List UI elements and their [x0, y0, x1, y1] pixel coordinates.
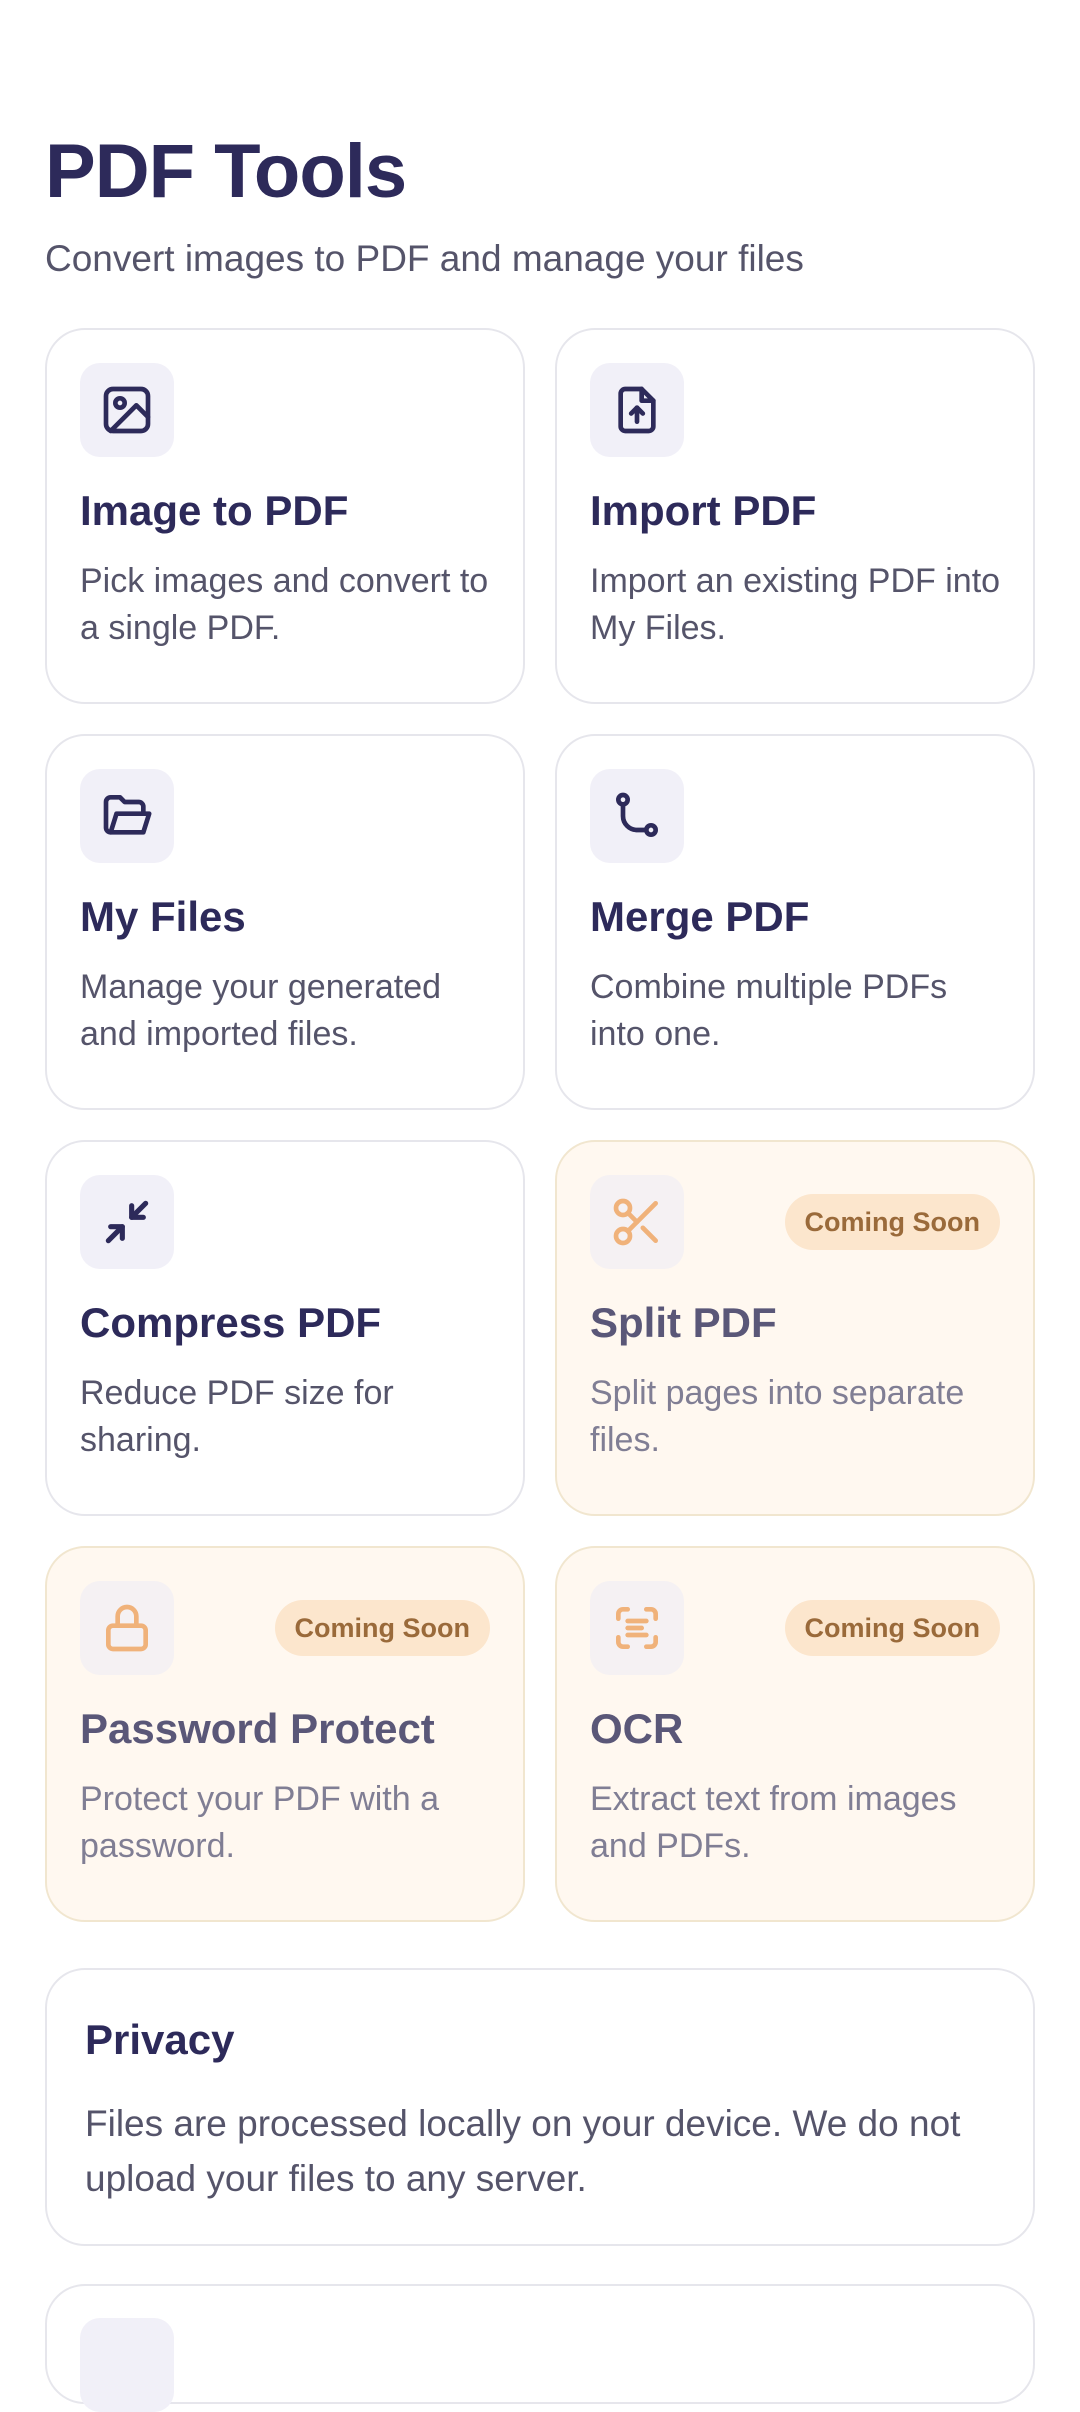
tool-card-import-pdf[interactable]: Import PDF Import an existing PDF into M…	[555, 328, 1035, 704]
tool-card-ocr[interactable]: Coming Soon OCR Extract text from images…	[555, 1546, 1035, 1922]
tool-description: Extract text from images and PDFs.	[590, 1780, 957, 1865]
privacy-card: Privacy Files are processed locally on y…	[45, 1968, 1035, 2246]
folder-open-icon	[80, 769, 174, 863]
scan-text-icon	[590, 1581, 684, 1675]
page-title: PDF Tools	[45, 129, 407, 214]
tool-description: Import an existing PDF into My Files.	[590, 562, 1001, 647]
tool-title: Merge PDF	[590, 893, 810, 940]
tool-description: Pick images and convert to a single PDF.	[80, 562, 489, 647]
compress-arrows-icon	[80, 1175, 174, 1269]
tools-grid: Image to PDF Pick images and convert to …	[45, 328, 1035, 1922]
partial-card[interactable]	[45, 2284, 1035, 2412]
tool-title: Import PDF	[590, 487, 817, 534]
card-icon-placeholder	[80, 2318, 174, 2412]
page-subtitle: Convert images to PDF and manage your fi…	[45, 238, 804, 279]
coming-soon-badge: Coming Soon	[784, 1194, 1000, 1250]
tool-card-compress-pdf[interactable]: Compress PDF Reduce PDF size for sharing…	[45, 1140, 525, 1516]
lock-icon	[80, 1581, 174, 1675]
tool-description: Combine multiple PDFs into one.	[590, 968, 948, 1053]
tool-title: OCR	[590, 1705, 684, 1752]
image-icon	[80, 363, 174, 457]
tool-card-my-files[interactable]: My Files Manage your generated and impor…	[45, 734, 525, 1110]
privacy-text: Files are processed locally on your devi…	[85, 2103, 961, 2199]
tool-card-merge-pdf[interactable]: Merge PDF Combine multiple PDFs into one…	[555, 734, 1035, 1110]
tool-description: Protect your PDF with a password.	[80, 1780, 440, 1865]
tool-card-image-to-pdf[interactable]: Image to PDF Pick images and convert to …	[45, 328, 525, 704]
tool-title: Image to PDF	[80, 487, 349, 534]
tool-card-password-protect[interactable]: Coming Soon Password Protect Protect you…	[45, 1546, 525, 1922]
tool-title: Password Protect	[80, 1705, 435, 1752]
tool-title: Split PDF	[590, 1299, 777, 1346]
tool-card-split-pdf[interactable]: Coming Soon Split PDF Split pages into s…	[555, 1140, 1035, 1516]
tool-title: Compress PDF	[80, 1299, 382, 1346]
tool-description: Reduce PDF size for sharing.	[80, 1374, 394, 1459]
privacy-title: Privacy	[85, 2016, 235, 2063]
tool-description: Split pages into separate files.	[590, 1374, 965, 1459]
coming-soon-badge: Coming Soon	[274, 1600, 490, 1656]
merge-route-icon	[590, 769, 684, 863]
scissors-icon	[590, 1175, 684, 1269]
tool-description: Manage your generated and imported files…	[80, 968, 442, 1053]
file-upload-icon	[590, 363, 684, 457]
tool-title: My Files	[80, 893, 246, 940]
coming-soon-badge: Coming Soon	[784, 1600, 1000, 1656]
